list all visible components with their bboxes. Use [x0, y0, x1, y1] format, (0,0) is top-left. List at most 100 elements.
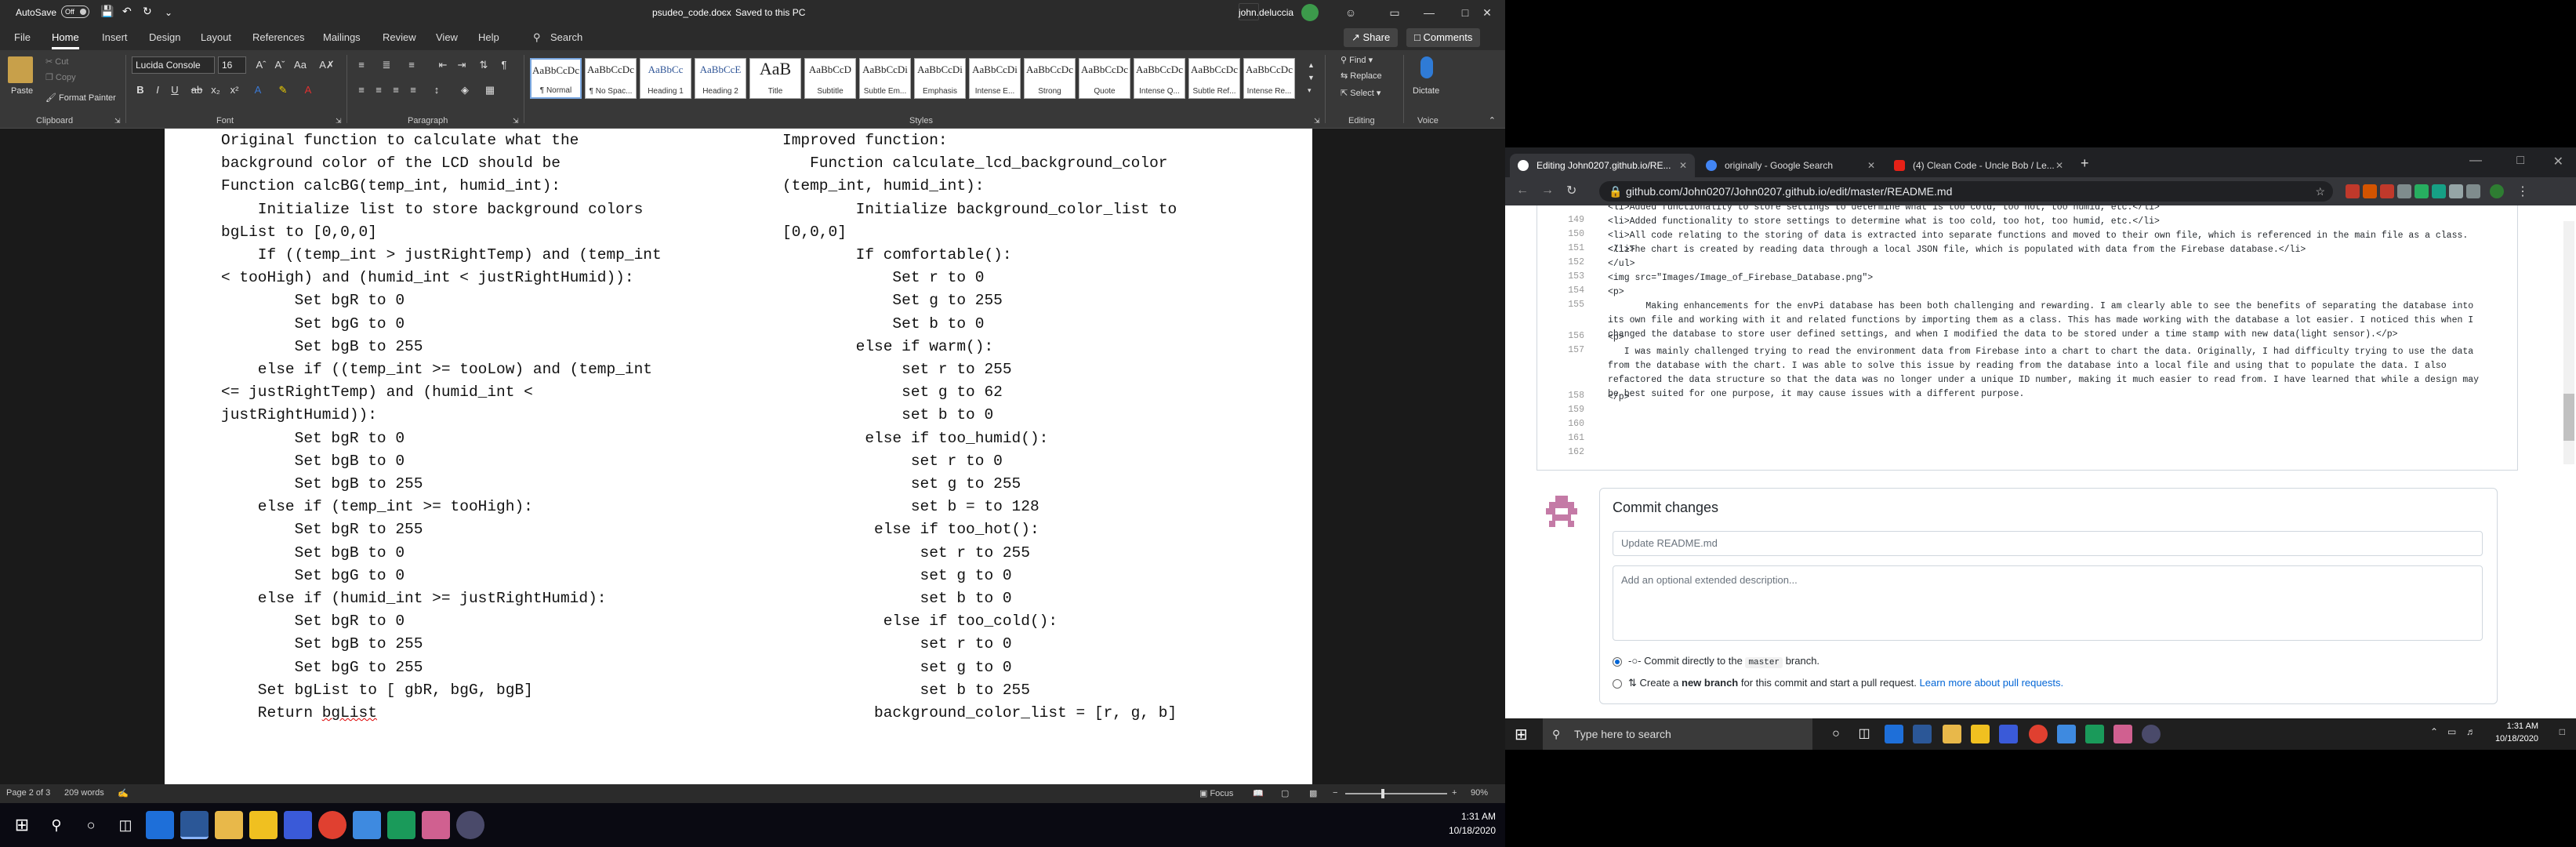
- extensions-puzzle-icon[interactable]: [2466, 184, 2480, 198]
- format-painter-button[interactable]: 🖌 Format Painter: [45, 93, 116, 103]
- tray-chevron-icon[interactable]: ⌃: [2430, 726, 2438, 737]
- print-layout-icon[interactable]: ▢: [1281, 788, 1289, 798]
- style-item[interactable]: AaBbCcDc ¶ No Spac...: [585, 58, 637, 99]
- tab-design[interactable]: Design: [149, 31, 180, 43]
- commit-direct-radio[interactable]: [1613, 656, 1622, 667]
- pycharm-icon[interactable]: [387, 811, 415, 839]
- style-item[interactable]: AaBbCcDi Subtle Em...: [859, 58, 911, 99]
- strikethrough-icon[interactable]: ab: [188, 82, 205, 99]
- app-icon[interactable]: [422, 811, 450, 839]
- network-icon[interactable]: ▭: [2447, 726, 2456, 737]
- close-button[interactable]: ✕: [1469, 0, 1505, 25]
- forward-icon[interactable]: →: [1541, 184, 1554, 198]
- tell-me-search[interactable]: Search: [550, 31, 582, 43]
- paste-button[interactable]: Paste: [11, 86, 33, 96]
- paragraph-launcher-icon[interactable]: ⇲: [513, 117, 519, 125]
- font-launcher-icon[interactable]: ⇲: [336, 117, 342, 125]
- minimize-button[interactable]: —: [1411, 0, 1447, 25]
- comments-button[interactable]: □ Comments: [1406, 28, 1481, 47]
- borders-icon[interactable]: ▦: [481, 82, 499, 99]
- gallery-more-icon[interactable]: ▾: [1308, 86, 1312, 95]
- new-branch-radio[interactable]: [1613, 678, 1622, 689]
- undo-icon[interactable]: ↶: [122, 5, 132, 18]
- url-bar[interactable]: 🔒 github.com/John0207/John0207.github.io/…: [1599, 181, 2333, 202]
- style-item[interactable]: AaBbCcDc ¶ Normal: [530, 58, 582, 99]
- code-line[interactable]: <li>Added functionality to store setting…: [1608, 205, 2494, 215]
- commit-description-textarea[interactable]: Add an optional extended description...: [1613, 565, 2483, 641]
- style-item[interactable]: AaBbCcDc Quote: [1079, 58, 1130, 99]
- code-line[interactable]: <p>: [1608, 331, 2494, 345]
- search-icon[interactable]: ⚲: [42, 811, 71, 839]
- tab-help[interactable]: Help: [478, 31, 499, 43]
- discord-icon[interactable]: [2142, 725, 2161, 743]
- extension-icon[interactable]: [2346, 184, 2360, 198]
- autosave-toggle[interactable]: Off: [61, 5, 89, 18]
- clock-date[interactable]: 10/18/2020: [1449, 825, 1496, 836]
- document-page-right[interactable]: Improved function: Function calculate_lc…: [735, 129, 1312, 784]
- shrink-font-icon[interactable]: Aˇ: [271, 56, 288, 74]
- taskbar-search-box[interactable]: ⚲ Type here to search: [1543, 718, 1812, 750]
- code-line[interactable]: </ul>: [1608, 257, 2494, 271]
- find-button[interactable]: ⚲ Find ▾: [1341, 55, 1373, 65]
- editor-scrollbar-thumb[interactable]: [2563, 394, 2574, 441]
- highlight-icon[interactable]: ✎: [274, 82, 292, 99]
- microphone-icon[interactable]: [1420, 56, 1433, 78]
- zoom-slider-thumb[interactable]: [1381, 789, 1384, 798]
- extension-icon[interactable]: [2415, 184, 2429, 198]
- justify-icon[interactable]: ≡: [405, 82, 422, 99]
- file-explorer-icon[interactable]: [215, 811, 243, 839]
- show-marks-icon[interactable]: ¶: [495, 56, 513, 74]
- tab-github-edit[interactable]: Editing John0207.github.io/RE... ✕: [1510, 154, 1695, 177]
- outlook-icon[interactable]: [146, 811, 174, 839]
- user-avatar[interactable]: [1301, 4, 1319, 21]
- sticky-notes-icon[interactable]: [1971, 725, 1990, 743]
- web-layout-icon[interactable]: ▩: [1309, 788, 1317, 798]
- chrome-icon[interactable]: [2029, 725, 2048, 743]
- close-tab-icon[interactable]: ✕: [2055, 154, 2063, 177]
- gallery-down-icon[interactable]: ▼: [1308, 74, 1315, 82]
- bookmark-star-icon[interactable]: ☆: [2315, 181, 2325, 202]
- outlook-icon[interactable]: [1885, 725, 1903, 743]
- font-size-field[interactable]: 16: [218, 56, 246, 74]
- redo-icon[interactable]: ↻: [143, 5, 152, 18]
- notification-icon[interactable]: □: [2560, 726, 2565, 737]
- proofing-icon[interactable]: ✍: [118, 788, 129, 798]
- close-tab-icon[interactable]: ✕: [1867, 154, 1875, 177]
- font-name-field[interactable]: Lucida Console: [132, 56, 215, 74]
- tab-review[interactable]: Review: [383, 31, 416, 43]
- clear-formatting-icon[interactable]: A✗: [318, 56, 336, 74]
- style-item[interactable]: AaBbCcD Subtitle: [804, 58, 856, 99]
- align-right-icon[interactable]: ≡: [387, 82, 405, 99]
- bold-icon[interactable]: B: [132, 82, 149, 99]
- line-spacing-icon[interactable]: ↕: [428, 82, 445, 99]
- code-line[interactable]: <img src="Images/Image_of_Firebase_Datab…: [1608, 271, 2494, 285]
- superscript-icon[interactable]: x²: [226, 82, 243, 99]
- clipboard-launcher-icon[interactable]: ⇲: [114, 117, 121, 125]
- text-effects-icon[interactable]: A: [249, 82, 267, 99]
- drive-icon[interactable]: [2057, 725, 2076, 743]
- tab-file[interactable]: File: [14, 31, 31, 43]
- quick-access-dropdown-icon[interactable]: ⌄: [165, 7, 172, 18]
- decrease-indent-icon[interactable]: ⇤: [434, 56, 452, 74]
- pycharm-icon[interactable]: [2085, 725, 2104, 743]
- replace-button[interactable]: ⇆ Replace: [1341, 71, 1382, 81]
- multilevel-list-icon[interactable]: ≡: [403, 56, 420, 74]
- chrome-menu-icon[interactable]: ⋮: [2516, 184, 2529, 199]
- document-page-left[interactable]: Original function to calculate what the b…: [165, 129, 742, 784]
- style-item[interactable]: AaBbCcDc Subtle Ref...: [1188, 58, 1240, 99]
- tab-youtube[interactable]: (4) Clean Code - Uncle Bob / Le... ✕: [1886, 154, 2071, 177]
- tab-mailings[interactable]: Mailings: [323, 31, 361, 43]
- style-item[interactable]: AaBbCcDi Emphasis: [914, 58, 966, 99]
- commit-direct-option[interactable]: -○- Commit directly to the master branch…: [1613, 655, 1820, 668]
- task-view-icon[interactable]: ◫: [111, 811, 140, 839]
- search-icon[interactable]: ⚲: [533, 31, 541, 44]
- cortana-icon[interactable]: ○: [1827, 725, 1845, 743]
- dictate-button[interactable]: Dictate: [1413, 86, 1439, 96]
- copy-button[interactable]: ❐ Copy: [45, 72, 76, 82]
- clock-time[interactable]: 1:31 AM: [2507, 722, 2538, 731]
- close-window-icon[interactable]: ✕: [2553, 154, 2563, 169]
- italic-icon[interactable]: I: [149, 82, 166, 99]
- style-item[interactable]: AaBbCcDc Strong: [1024, 58, 1076, 99]
- reload-icon[interactable]: ↻: [1566, 183, 1576, 198]
- discord-icon[interactable]: [456, 811, 484, 839]
